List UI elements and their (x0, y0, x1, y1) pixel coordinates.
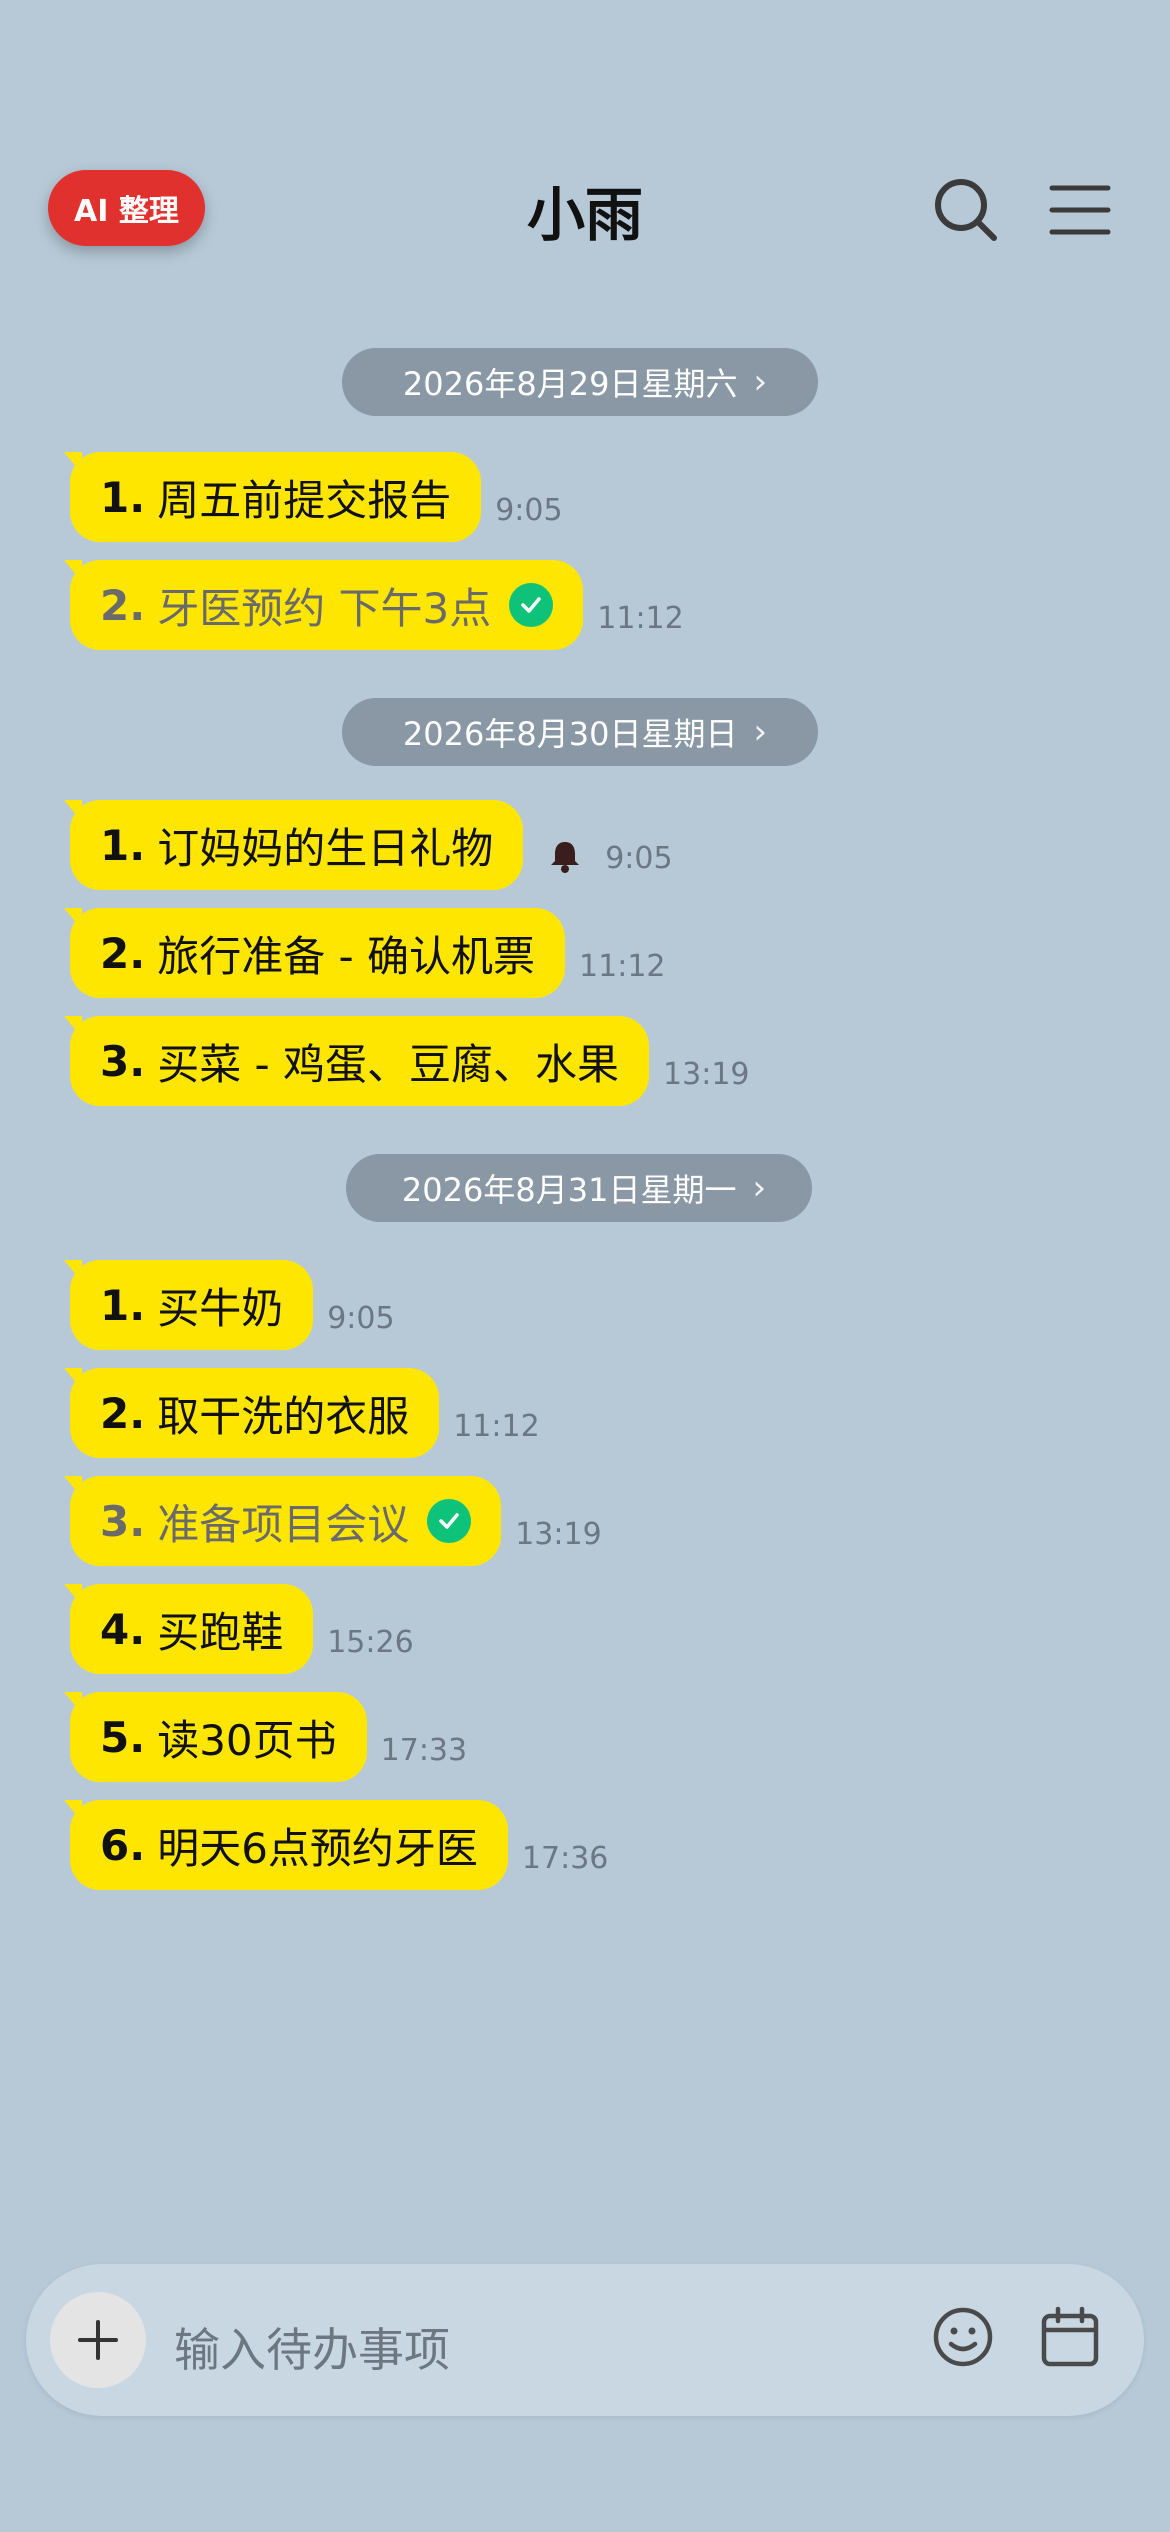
menu-icon[interactable] (1042, 172, 1118, 248)
todo-bubble[interactable]: 2. 旅行准备 - 确认机票 (63, 908, 566, 998)
timestamp: 17:33 (380, 1733, 468, 1768)
todo-text: 明天6点预约牙医 (157, 1823, 478, 1873)
timestamp: 11:12 (579, 949, 666, 984)
date-separator[interactable]: 2026年8月30日星期日 › (342, 698, 818, 766)
calendar-icon[interactable] (1038, 2304, 1102, 2370)
todo-text: 旅行准备 - 确认机票 (157, 931, 536, 981)
todo-text: 买牛奶 (157, 1283, 284, 1333)
todo-item[interactable]: 5. 读30页书 17:33 (64, 1692, 468, 1782)
todo-number: 2. (100, 580, 146, 630)
chevron-right-icon: › (753, 712, 768, 752)
timestamp: 9:05 (605, 841, 673, 876)
todo-number: 3. (100, 1036, 146, 1086)
todo-bubble[interactable]: 6. 明天6点预约牙医 (64, 1800, 508, 1890)
timestamp: 17:36 (521, 1841, 609, 1876)
emoji-icon[interactable] (930, 2304, 996, 2370)
todo-number: 2. (100, 928, 146, 978)
date-label: 2026年8月29日星期六 (402, 365, 738, 403)
todo-item[interactable]: 3. 买菜 - 鸡蛋、豆腐、水果 13:19 (63, 1016, 750, 1106)
todo-item[interactable]: 6. 明天6点预约牙医 17:36 (64, 1800, 609, 1890)
todo-item[interactable]: 2. 旅行准备 - 确认机票 11:12 (63, 908, 666, 998)
todo-bubble[interactable]: 3. 准备项目会议 (63, 1476, 502, 1566)
todo-number: 6. (100, 1820, 146, 1870)
date-separator[interactable]: 2026年8月31日星期一 › (346, 1154, 812, 1222)
plus-icon (78, 2320, 118, 2360)
header: AI 整理 小雨 (0, 0, 1170, 300)
timestamp: 15:26 (327, 1625, 414, 1660)
todo-number: 3. (100, 1496, 146, 1546)
todo-bubble[interactable]: 3. 买菜 - 鸡蛋、豆腐、水果 (63, 1016, 650, 1106)
todo-number: 1. (100, 820, 146, 870)
timestamp: 11:12 (597, 601, 684, 636)
todo-item[interactable]: 1. 周五前提交报告 9:05 (63, 452, 563, 542)
todo-bubble[interactable]: 2. 取干洗的衣服 (63, 1368, 440, 1458)
chat-screen: AI 整理 小雨 2026年8月29日星期六 › 1. 周五前提交报告 9:05… (0, 0, 1170, 2532)
todo-text: 买菜 - 鸡蛋、豆腐、水果 (157, 1039, 620, 1089)
todo-number: 1. (100, 1280, 146, 1330)
timestamp: 9:05 (495, 493, 563, 528)
date-separator[interactable]: 2026年8月29日星期六 › (342, 348, 818, 416)
timestamp: 13:19 (663, 1057, 750, 1092)
todo-text: 买跑鞋 (157, 1607, 284, 1657)
todo-number: 1. (100, 472, 146, 522)
todo-text: 取干洗的衣服 (157, 1391, 410, 1441)
check-icon[interactable] (509, 583, 554, 627)
todo-bubble[interactable]: 1. 买牛奶 (63, 1260, 314, 1350)
todo-text: 准备项目会议 (157, 1499, 410, 1549)
todo-bubble[interactable]: 2. 牙医预约 下午3点 (63, 560, 584, 650)
check-icon[interactable] (427, 1499, 472, 1543)
todo-text: 牙医预约 下午3点 (157, 583, 492, 633)
todo-bubble[interactable]: 1. 周五前提交报告 (63, 452, 482, 542)
date-label: 2026年8月30日星期日 (402, 715, 738, 753)
todo-number: 5. (100, 1712, 146, 1762)
todo-item[interactable]: 2. 取干洗的衣服 11:12 (63, 1368, 540, 1458)
todo-number: 4. (100, 1604, 146, 1654)
todo-item[interactable]: 1. 订妈妈的生日礼物 9:05 (63, 800, 673, 890)
input-bar: 输入待办事项 (26, 2264, 1144, 2416)
search-icon[interactable] (928, 172, 1004, 248)
add-button[interactable] (50, 2292, 146, 2388)
todo-item[interactable]: 3. 准备项目会议 13:19 (63, 1476, 602, 1566)
todo-text: 订妈妈的生日礼物 (157, 823, 494, 873)
todo-bubble[interactable]: 1. 订妈妈的生日礼物 (63, 800, 524, 890)
todo-number: 2. (100, 1388, 146, 1438)
todo-input[interactable]: 输入待办事项 (174, 2314, 450, 2380)
todo-text: 读30页书 (157, 1715, 337, 1765)
chevron-right-icon: › (752, 1168, 767, 1208)
bell-icon (551, 842, 580, 873)
timestamp: 13:19 (515, 1517, 602, 1552)
todo-bubble[interactable]: 4. 买跑鞋 (63, 1584, 314, 1674)
todo-item[interactable]: 2. 牙医预约 下午3点 11:12 (63, 560, 684, 650)
todo-item[interactable]: 4. 买跑鞋 15:26 (63, 1584, 414, 1674)
chevron-right-icon: › (753, 362, 768, 402)
timestamp: 11:12 (453, 1409, 540, 1444)
todo-bubble[interactable]: 5. 读30页书 (64, 1692, 367, 1782)
date-label: 2026年8月31日星期一 (401, 1171, 737, 1209)
timestamp: 9:05 (327, 1301, 395, 1336)
todo-text: 周五前提交报告 (157, 475, 452, 525)
todo-item[interactable]: 1. 买牛奶 9:05 (63, 1260, 395, 1350)
